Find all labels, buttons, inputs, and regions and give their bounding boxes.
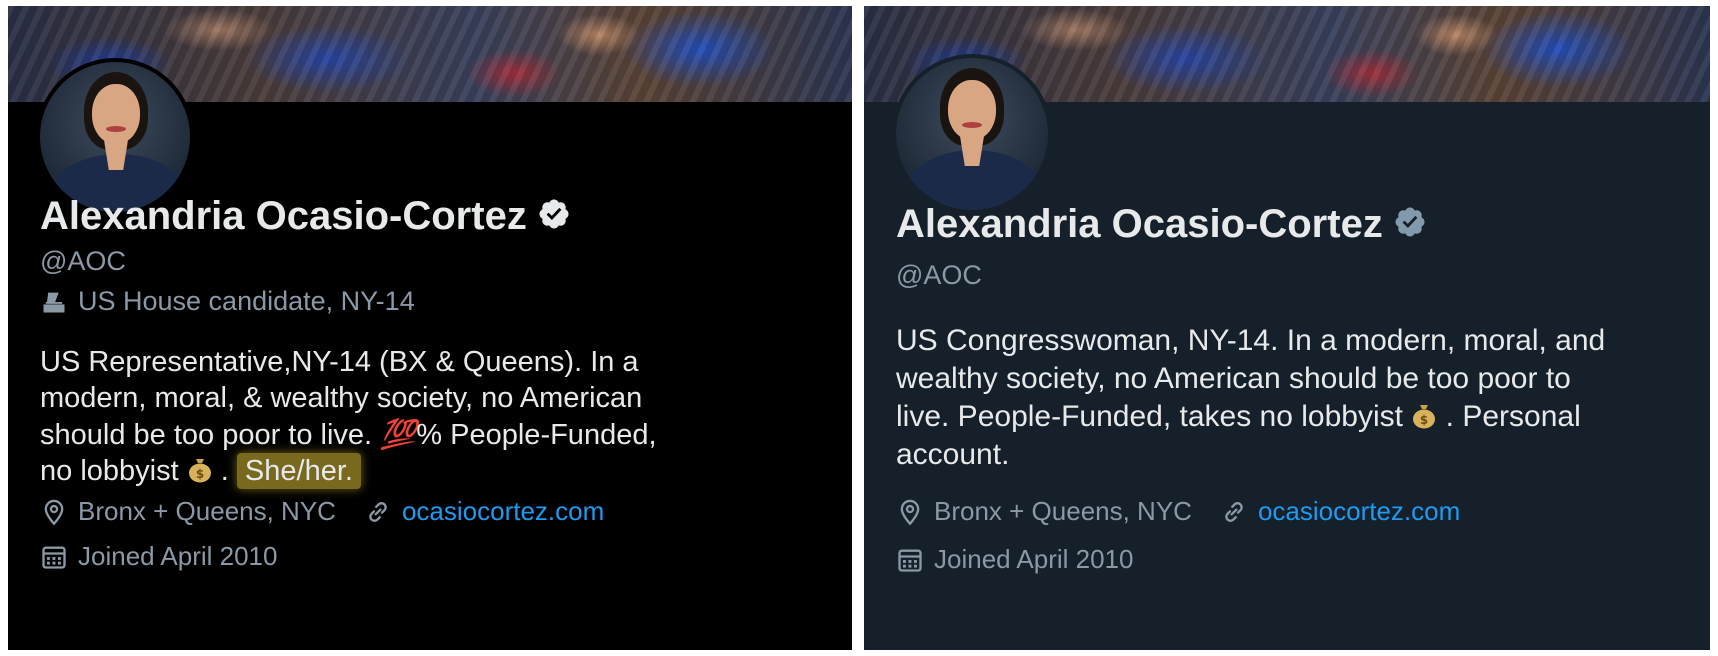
profile-bio: US Representative,NY-14 (BX & Queens). I… xyxy=(40,344,820,489)
avatar-face xyxy=(948,80,996,140)
joined-item: Joined April 2010 xyxy=(40,541,277,572)
bio-line: US Representative,NY-14 (BX & Queens). I… xyxy=(40,346,639,378)
candidate-label: US House candidate, NY-14 xyxy=(78,286,415,316)
website-link[interactable]: ocasiocortez.com xyxy=(402,496,604,527)
bio-text: . xyxy=(220,455,229,487)
bio-text: no lobbyist xyxy=(40,455,179,487)
pronouns-highlight: She/her. xyxy=(236,453,361,489)
bio-text: . Personal xyxy=(1445,400,1581,433)
joined-text: Joined April 2010 xyxy=(78,541,278,571)
profile-handle: @AOC xyxy=(40,246,126,276)
profile-meta-row: Joined April 2010 xyxy=(896,544,1161,575)
location-item: Bronx + Queens, NYC xyxy=(896,496,1192,527)
avatar-face xyxy=(92,84,140,144)
link-icon xyxy=(369,501,387,522)
profile-handle: @AOC xyxy=(896,260,982,290)
location-pin-icon xyxy=(900,499,920,525)
bio-line: account. xyxy=(896,438,1010,471)
website-item[interactable]: ocasiocortez.com xyxy=(1220,496,1460,527)
bio-line: no lobbyist $ . She/her. xyxy=(40,453,820,489)
bio-text: should be too poor to live. xyxy=(40,419,373,451)
website-item[interactable]: ocasiocortez.com xyxy=(364,496,604,527)
verified-badge-icon[interactable] xyxy=(537,197,571,231)
profile-name-text: Alexandria Ocasio-Cortez xyxy=(896,202,1383,246)
joined-text: Joined April 2010 xyxy=(934,544,1134,574)
bio-line: US Congresswoman, NY-14. In a modern, mo… xyxy=(896,324,1606,357)
ballot-box-icon xyxy=(43,292,65,312)
avatar[interactable] xyxy=(36,58,194,216)
profile-name: Alexandria Ocasio-Cortez xyxy=(896,202,1427,247)
link-icon xyxy=(1225,501,1243,522)
joined-item: Joined April 2010 xyxy=(896,544,1133,575)
verified-badge-icon[interactable] xyxy=(1393,205,1427,239)
svg-text:$: $ xyxy=(1420,413,1428,427)
bio-line: modern, moral, & wealthy society, no Ame… xyxy=(40,382,643,414)
candidate-label-row: US House candidate, NY-14 xyxy=(40,286,415,317)
profile-name-text: Alexandria Ocasio-Cortez xyxy=(40,194,527,238)
profile-meta-row: Bronx + Queens, NYC ocasiocortez.com xyxy=(896,496,1488,527)
profile-meta-row: Joined April 2010 xyxy=(40,541,305,572)
bio-text: % People-Funded, xyxy=(416,419,657,451)
bio-line: wealthy society, no American should be t… xyxy=(896,362,1571,395)
location-pin-icon xyxy=(44,499,64,525)
calendar-icon xyxy=(42,546,66,569)
website-link[interactable]: ocasiocortez.com xyxy=(1258,496,1460,527)
location-text: Bronx + Queens, NYC xyxy=(934,496,1192,526)
profile-meta-row: Bronx + Queens, NYC ocasiocortez.com xyxy=(40,496,632,527)
hundred-points-emoji: 💯 xyxy=(380,417,417,451)
bio-line: should be too poor to live. 💯% People-Fu… xyxy=(40,416,820,453)
profile-panel-right: Alexandria Ocasio-Cortez @AOC US Congres… xyxy=(864,6,1710,650)
location-text: Bronx + Queens, NYC xyxy=(78,496,336,526)
money-bag-emoji: $ xyxy=(188,459,211,483)
avatar-lips xyxy=(962,122,982,128)
avatar[interactable] xyxy=(892,54,1052,214)
bio-line: live. People-Funded, takes no lobbyist $… xyxy=(896,398,1696,436)
svg-text:$: $ xyxy=(196,467,204,481)
profile-bio: US Congresswoman, NY-14. In a modern, mo… xyxy=(896,322,1696,474)
avatar-lips xyxy=(106,126,126,132)
profile-name: Alexandria Ocasio-Cortez xyxy=(40,194,571,239)
profile-panel-left: Alexandria Ocasio-Cortez @AOC US House c… xyxy=(8,6,852,650)
location-item: Bronx + Queens, NYC xyxy=(40,496,336,527)
bio-text: live. People-Funded, takes no lobbyist xyxy=(896,400,1403,433)
money-bag-emoji: $ xyxy=(1413,405,1436,429)
calendar-icon xyxy=(898,549,922,572)
